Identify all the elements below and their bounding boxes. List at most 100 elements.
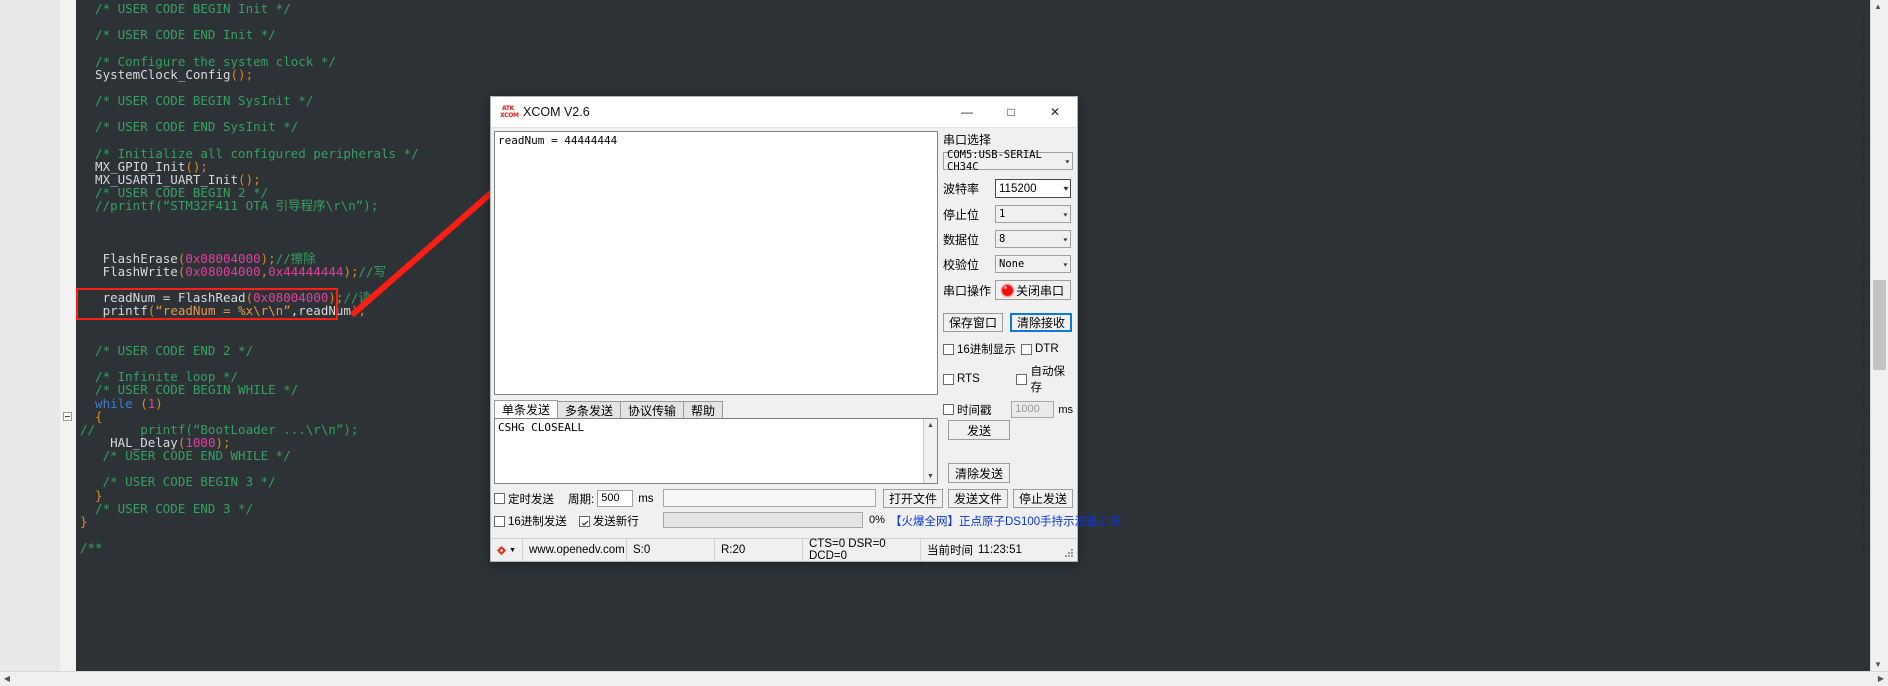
xcom-serial-tool-window[interactable]: ATK XCOM XCOM V2.6 — □ ✕ readNum = 44444… <box>490 96 1121 562</box>
tabs-filler <box>722 401 938 419</box>
file-path-input[interactable] <box>663 489 876 507</box>
editor-scroll-thumb[interactable] <box>1873 280 1886 370</box>
send-file-button[interactable]: 发送文件 <box>948 489 1008 508</box>
clear-receive-button[interactable]: 清除接收 <box>1010 313 1072 332</box>
hex-send-label: 16进制发送 <box>508 516 567 528</box>
send-button[interactable]: 发送 <box>948 420 1010 440</box>
scroll-down-arrow[interactable]: ▼ <box>924 470 937 483</box>
send-textarea-scrollbar[interactable]: ▲ ▼ <box>923 419 937 483</box>
clear-send-button[interactable]: 清除发送 <box>948 463 1010 483</box>
stopbits-label: 停止位 <box>943 207 980 222</box>
editor-horizontal-scrollbar[interactable]: ◀ ▶ <box>0 671 1888 686</box>
code-line[interactable]: /* USER CODE BEGIN Init */ <box>80 2 291 15</box>
code-line[interactable]: /* USER CODE END SysInit */ <box>80 120 298 133</box>
baud-value: 115200 <box>999 182 1037 195</box>
timestamp-checkbox[interactable]: 时间戳 <box>943 402 1011 418</box>
code-line[interactable]: //printf(“STM32F411 OTA 引导程序\r\n”); <box>80 199 378 212</box>
chevron-down-icon: ▾ <box>1063 184 1069 193</box>
scroll-up-arrow[interactable]: ▲ <box>1871 0 1885 14</box>
tab-multi-send[interactable]: 多条发送 <box>557 401 622 419</box>
status-time: 当前时间 11:23:51 <box>921 539 1028 561</box>
rts-label: RTS <box>957 373 980 385</box>
stop-send-button[interactable]: 停止发送 <box>1013 489 1073 508</box>
timestamp-interval-input[interactable]: 1000 <box>1011 401 1055 418</box>
send-textarea[interactable]: CSHG CLOSEALL ▲ ▼ <box>494 418 938 484</box>
scroll-left-arrow[interactable]: ◀ <box>0 672 14 686</box>
minimize-button[interactable]: — <box>945 97 989 127</box>
code-line[interactable]: printf(“readNum = %x\r\n”,readNum); <box>80 304 366 317</box>
chevron-down-icon: ▾ <box>1062 259 1069 269</box>
stopbits-select[interactable]: 1 ▾ <box>995 205 1071 223</box>
status-time-value: 11:23:51 <box>978 544 1022 556</box>
editor-vertical-scrollbar[interactable]: ▲ ▼ <box>1870 0 1888 686</box>
code-line[interactable]: /* USER CODE BEGIN SysInit */ <box>80 94 313 107</box>
open-file-button[interactable]: 打开文件 <box>883 489 943 508</box>
status-site[interactable]: www.openedv.com <box>523 539 627 561</box>
port-select[interactable]: COM5:USB-SERIAL CH34C ▾ <box>943 149 1073 173</box>
chevron-down-icon: ▾ <box>1062 209 1069 219</box>
send-newline-checkbox[interactable]: 发送新行 <box>578 513 639 529</box>
close-port-button[interactable]: 关闭串口 <box>995 280 1071 300</box>
status-sent-count: S:0 <box>627 539 715 561</box>
period-input[interactable]: 500 <box>597 490 634 507</box>
baud-select[interactable]: 115200 ▾ <box>995 179 1071 198</box>
hex-send-row: 16进制发送 发送新行 <box>494 513 639 529</box>
databits-label: 数据位 <box>943 232 980 247</box>
gear-icon <box>497 545 507 555</box>
code-line[interactable]: /* USER CODE END Init */ <box>80 28 276 41</box>
tab-protocol-transfer[interactable]: 协议传输 <box>620 401 685 419</box>
scroll-down-arrow[interactable]: ▼ <box>1871 658 1885 672</box>
resize-grip-icon[interactable] <box>1064 548 1074 558</box>
code-line[interactable]: /* USER CODE BEGIN 3 */ <box>80 475 276 488</box>
code-folding-gutter[interactable] <box>60 0 77 686</box>
save-window-button[interactable]: 保存窗口 <box>943 313 1003 332</box>
auto-save-checkbox[interactable]: 自动保存 <box>1016 363 1073 395</box>
timed-send-checkbox[interactable]: 定时发送 <box>494 491 554 507</box>
close-button[interactable]: ✕ <box>1033 97 1077 127</box>
databits-select[interactable]: 8 ▾ <box>995 230 1071 248</box>
period-unit-label: ms <box>638 492 654 505</box>
settings-dropdown[interactable]: ▼ <box>491 539 523 561</box>
status-received-count: R:20 <box>715 539 803 561</box>
code-line[interactable]: /** <box>80 541 103 554</box>
code-line[interactable]: FlashWrite(0x08004000,0x44444444);//写 <box>80 265 387 278</box>
dtr-checkbox[interactable]: DTR <box>1021 343 1059 355</box>
code-line[interactable]: SystemClock_Config(); <box>80 68 253 81</box>
window-body: readNum = 44444444 串口选择 COM5:USB-SERIAL … <box>491 128 1121 562</box>
timestamp-unit-label: ms <box>1058 403 1073 416</box>
hex-send-checkbox[interactable]: 16进制发送 <box>494 513 567 529</box>
window-title: XCOM V2.6 <box>523 105 590 119</box>
fold-toggle[interactable] <box>63 411 72 421</box>
status-signals: CTS=0 DSR=0 DCD=0 <box>803 538 921 562</box>
window-controls[interactable]: — □ ✕ <box>945 97 1077 127</box>
code-line[interactable]: /* USER CODE END WHILE */ <box>80 449 291 462</box>
period-label: 周期: <box>568 493 595 506</box>
timed-send-row: 定时发送 周期: 500 ms <box>494 490 654 507</box>
rts-checkbox[interactable]: RTS <box>943 373 1016 385</box>
window-titlebar[interactable]: ATK XCOM XCOM V2.6 — □ ✕ <box>491 97 1077 128</box>
scroll-up-arrow[interactable]: ▲ <box>924 419 937 432</box>
checkbox-box <box>578 515 590 527</box>
tab-single-send[interactable]: 单条发送 <box>494 400 559 419</box>
chevron-down-icon: ▾ <box>1064 156 1071 166</box>
code-line[interactable]: /* USER CODE END 2 */ <box>80 344 253 357</box>
send-mode-tabs[interactable]: 单条发送 多条发送 协议传输 帮助 <box>494 400 938 419</box>
promo-link[interactable]: 【火爆全网】正点原子DS100手持示波器上市 <box>890 513 1121 529</box>
code-line[interactable]: } <box>80 515 88 528</box>
logo-line-1: ATK <box>501 105 515 112</box>
maximize-button[interactable]: □ <box>989 97 1033 127</box>
hex-display-checkbox[interactable]: 16进制显示 <box>943 341 1021 357</box>
databits-value: 8 <box>999 233 1006 245</box>
auto-save-label: 自动保存 <box>1030 366 1065 394</box>
scroll-right-arrow[interactable]: ▶ <box>1874 672 1888 686</box>
atk-xcom-logo-icon: ATK XCOM <box>500 104 519 120</box>
code-line[interactable]: /* USER CODE END 3 */ <box>80 502 253 515</box>
checkbox-box <box>943 404 954 415</box>
port-group-label: 串口选择 <box>943 133 992 147</box>
logo-line-2: XCOM <box>500 112 519 119</box>
tab-help[interactable]: 帮助 <box>683 401 724 419</box>
parity-value: None <box>999 258 1025 270</box>
receive-textarea[interactable]: readNum = 44444444 <box>494 131 938 395</box>
parity-select[interactable]: None ▾ <box>995 255 1071 273</box>
checkbox-box <box>1016 373 1028 385</box>
